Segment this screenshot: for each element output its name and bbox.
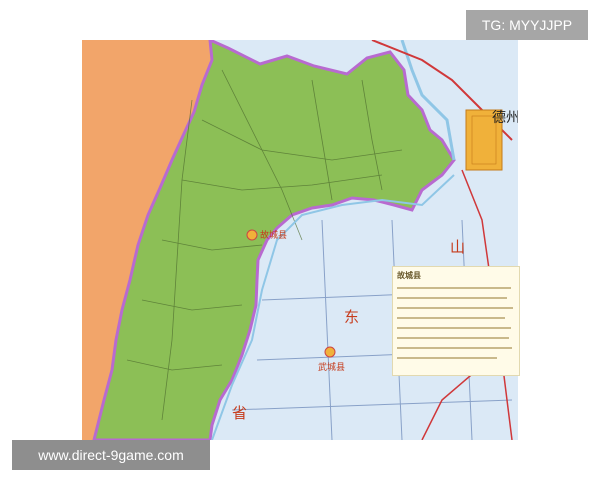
info-note-box: 故城县 bbox=[392, 266, 520, 376]
county-marker bbox=[324, 346, 336, 358]
map: 德州市 故城县 武城县 山 东 省 bbox=[82, 40, 518, 440]
watermark-tag: TG: MYYJJPP bbox=[466, 10, 588, 40]
province-char-2: 东 bbox=[344, 308, 359, 326]
city-dezhou-label: 德州市 bbox=[492, 109, 518, 126]
note-text-line bbox=[397, 337, 509, 339]
province-char-3: 省 bbox=[232, 404, 247, 422]
note-text-line bbox=[397, 287, 511, 289]
county-label: 武城县 bbox=[318, 361, 345, 373]
note-text-line bbox=[397, 347, 512, 349]
note-text-line bbox=[397, 307, 513, 309]
town-label: 故城县 bbox=[260, 229, 287, 241]
town-marker bbox=[246, 229, 258, 241]
footer-url-banner: www.direct-9game.com bbox=[12, 440, 210, 470]
note-text-line bbox=[397, 327, 511, 329]
note-text-line bbox=[397, 357, 497, 359]
province-char-1: 山 bbox=[450, 238, 465, 256]
note-title: 故城县 bbox=[397, 271, 421, 280]
note-text-line bbox=[397, 297, 507, 299]
note-text-line bbox=[397, 317, 505, 319]
